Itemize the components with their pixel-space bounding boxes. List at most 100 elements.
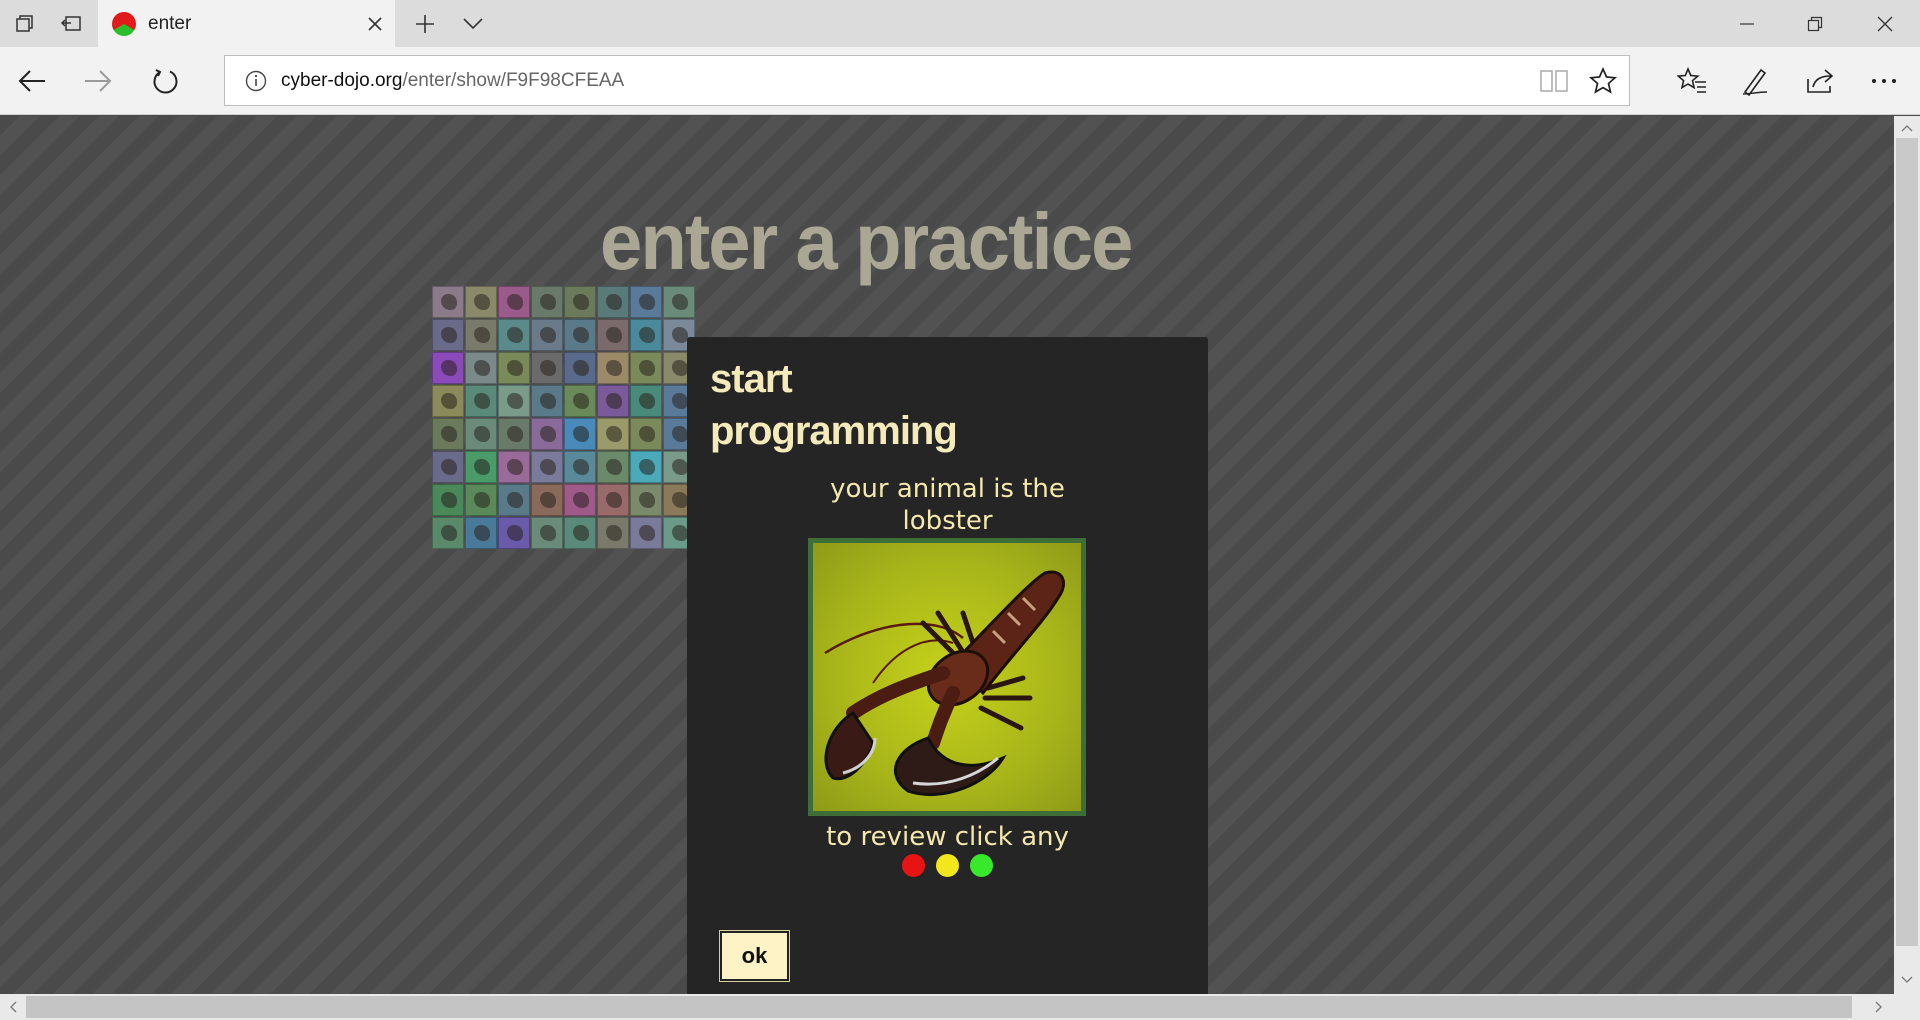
animal-avatar-tile [498, 352, 530, 384]
animal-avatar-tile [564, 352, 596, 384]
traffic-lights [687, 853, 1208, 878]
dialog-title: start programming [710, 353, 1040, 457]
amber-light-icon[interactable] [935, 853, 960, 878]
address-bar[interactable]: cyber-dojo.org/enter/show/F9F98CFEAA [224, 55, 1630, 106]
page-heading: enter a practice [600, 197, 1133, 286]
animal-avatar-tile [564, 418, 596, 450]
animal-avatar-tile [465, 517, 497, 549]
cyber-dojo-favicon-icon [112, 12, 136, 36]
page-viewport: enter a practice start programming your … [0, 116, 1894, 994]
animal-name: lobster [902, 506, 993, 536]
animal-avatar-tile [498, 451, 530, 483]
animal-avatar-tile [465, 286, 497, 318]
animal-avatar-tile [432, 319, 464, 351]
minimize-icon[interactable] [1732, 0, 1762, 47]
animal-avatar-tile [465, 451, 497, 483]
favorite-star-icon[interactable] [1589, 66, 1617, 95]
lobster-icon [824, 570, 1065, 797]
url-host: cyber-dojo.org [281, 69, 403, 91]
animal-avatar-tile [432, 286, 464, 318]
vertical-scroll-thumb[interactable] [1896, 138, 1918, 946]
animal-message: your animal is the lobster [687, 473, 1208, 537]
dialog-title-line2: programming [710, 409, 958, 453]
animal-avatar-tile [432, 451, 464, 483]
animal-avatar-tile [432, 517, 464, 549]
animal-avatar-tile [663, 286, 695, 318]
animal-avatar-tile [630, 418, 662, 450]
animal-avatar-tile [630, 352, 662, 384]
animal-avatar-tile [498, 484, 530, 516]
animal-avatar-tile [531, 385, 563, 417]
forward-icon [78, 47, 118, 115]
animal-avatar-tile [597, 418, 629, 450]
close-tab-icon[interactable] [367, 0, 383, 48]
animal-avatar-tile [564, 484, 596, 516]
animal-avatar-tile [531, 418, 563, 450]
animal-avatar-tile [432, 484, 464, 516]
refresh-icon[interactable] [145, 47, 185, 115]
url-text: cyber-dojo.org/enter/show/F9F98CFEAA [281, 70, 624, 92]
animal-avatar-tile [564, 319, 596, 351]
animal-avatar-tile [630, 319, 662, 351]
animal-avatar-tile [597, 319, 629, 351]
animal-avatar-tile [564, 451, 596, 483]
animal-avatar-tile [531, 517, 563, 549]
animal-avatar-tile [432, 385, 464, 417]
animal-avatar-tile [630, 385, 662, 417]
animal-avatar-tile [630, 484, 662, 516]
animal-avatar-tile [498, 418, 530, 450]
tab-enter[interactable]: enter [98, 0, 395, 48]
animal-avatar-grid [432, 286, 700, 550]
horizontal-scroll-thumb[interactable] [26, 996, 1852, 1018]
animal-avatar-tile [531, 352, 563, 384]
animal-avatar-tile [597, 286, 629, 318]
animal-avatar-tile [531, 451, 563, 483]
new-tab-icon[interactable] [410, 0, 440, 47]
lobster-image [808, 538, 1086, 816]
animal-avatar-tile [597, 352, 629, 384]
share-icon[interactable] [1800, 47, 1840, 115]
navigation-bar: cyber-dojo.org/enter/show/F9F98CFEAA [0, 47, 1920, 115]
scroll-left-icon[interactable] [4, 996, 22, 1018]
tab-bar: enter [0, 0, 1920, 48]
animal-avatar-tile [597, 517, 629, 549]
animal-avatar-tile [498, 517, 530, 549]
review-message: to review click any [826, 822, 1069, 852]
scroll-down-icon[interactable] [1894, 970, 1920, 990]
animal-avatar-tile [531, 319, 563, 351]
tab-title: enter [148, 13, 192, 34]
scroll-right-icon[interactable] [1870, 996, 1888, 1018]
info-icon[interactable] [245, 70, 267, 92]
ok-button[interactable]: ok [720, 931, 789, 981]
animal-avatar-tile [465, 352, 497, 384]
animal-avatar-tile [432, 418, 464, 450]
animal-avatar-tile [432, 352, 464, 384]
animal-avatar-tile [564, 286, 596, 318]
back-icon[interactable] [12, 47, 52, 115]
animal-avatar-tile [498, 319, 530, 351]
animal-avatar-tile [465, 385, 497, 417]
tab-preview-chevron-icon[interactable] [458, 0, 488, 47]
animal-avatar-tile [465, 418, 497, 450]
animal-avatar-tile [531, 286, 563, 318]
animal-avatar-tile [597, 385, 629, 417]
restore-icon[interactable] [1800, 0, 1830, 47]
close-window-icon[interactable] [1870, 0, 1900, 47]
animal-avatar-tile [564, 517, 596, 549]
animal-avatar-tile [531, 484, 563, 516]
animal-message-line1: your animal is the [830, 474, 1065, 504]
scroll-up-icon[interactable] [1894, 118, 1920, 138]
favorites-hub-icon[interactable] [1672, 47, 1712, 115]
web-note-icon[interactable] [1735, 47, 1775, 115]
animal-avatar-tile [465, 319, 497, 351]
animal-avatar-tile [498, 286, 530, 318]
animal-avatar-tile [630, 517, 662, 549]
set-aside-tabs-icon[interactable] [56, 0, 86, 47]
more-icon[interactable] [1864, 47, 1904, 115]
reading-view-icon [1539, 68, 1569, 94]
tab-manager-icon[interactable] [10, 0, 40, 47]
start-programming-dialog: start programming your animal is the lob… [687, 337, 1208, 994]
red-light-icon[interactable] [901, 853, 926, 878]
animal-avatar-tile [465, 484, 497, 516]
green-light-icon[interactable] [969, 853, 994, 878]
